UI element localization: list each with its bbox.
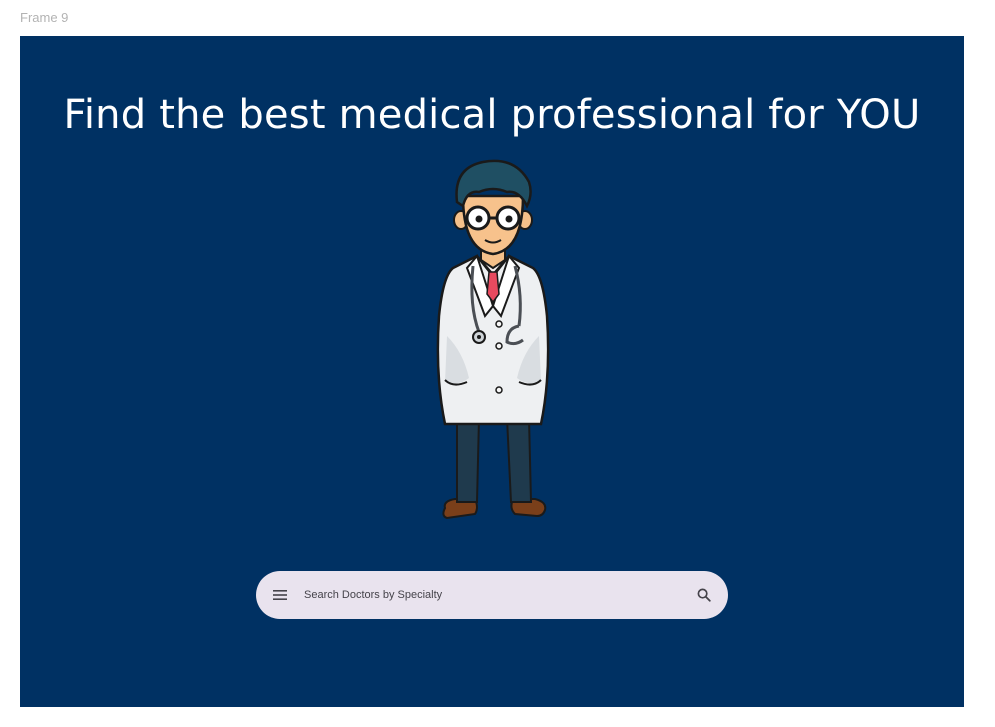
lab-coat-group — [436, 253, 550, 426]
legs-group — [456, 417, 533, 503]
search-icon[interactable] — [692, 583, 716, 607]
frame-label: Frame 9 — [20, 10, 69, 25]
menu-icon[interactable] — [268, 583, 292, 607]
doctor-illustration — [436, 159, 550, 520]
head-group — [453, 159, 533, 256]
search-input[interactable]: Search Doctors by Specialty — [304, 589, 692, 601]
page-title: Find the best medical professional for Y… — [63, 92, 921, 138]
frame-canvas: Find the best medical professional for Y… — [20, 36, 964, 707]
search-bar[interactable]: Search Doctors by Specialty — [256, 571, 728, 619]
